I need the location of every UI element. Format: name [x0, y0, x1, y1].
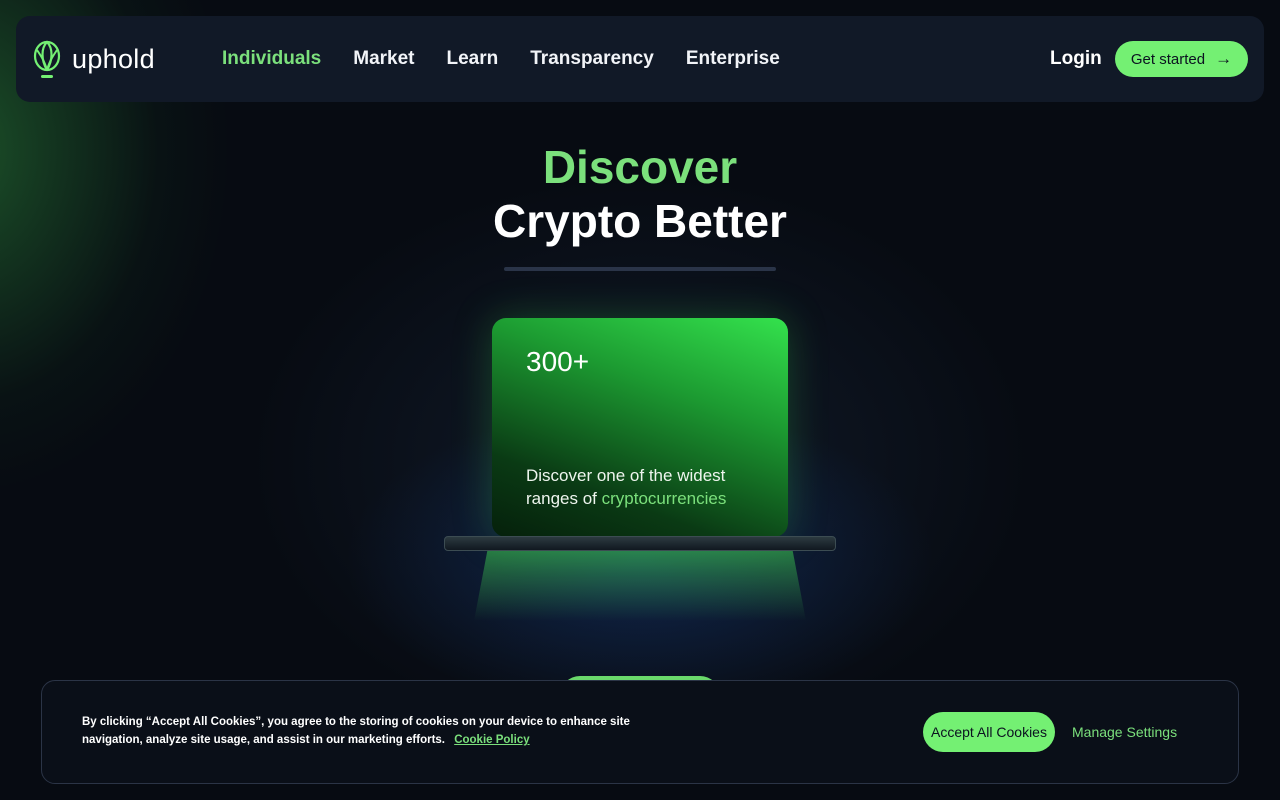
cookie-message: By clicking “Accept All Cookies”, you ag… [82, 716, 630, 746]
cookie-policy-link[interactable]: Cookie Policy [454, 734, 529, 746]
main-nav: Individuals Market Learn Transparency En… [222, 48, 812, 70]
get-started-button[interactable]: Get started → [1115, 41, 1248, 77]
nav-transparency[interactable]: Transparency [530, 48, 654, 70]
card-description: Discover one of the widest ranges of cry… [526, 464, 776, 510]
get-started-label: Get started [1130, 50, 1206, 68]
card-count: 300+ [526, 346, 590, 377]
nav-enterprise[interactable]: Enterprise [686, 48, 780, 70]
top-navigation: uphold Individuals Market Learn Transpar… [16, 16, 1264, 102]
uphold-logo[interactable]: uphold [32, 38, 155, 80]
arrow-right-icon: → [1215, 49, 1233, 68]
nav-individuals[interactable]: Individuals [222, 48, 321, 70]
hero-divider [504, 267, 776, 271]
hero-title-line2: Crypto Better [493, 195, 787, 247]
uphold-logo-icon [33, 40, 61, 78]
card-description-highlight: cryptocurrencies [601, 489, 727, 508]
cookie-text: By clicking “Accept All Cookies”, you ag… [82, 713, 692, 749]
nav-learn[interactable]: Learn [447, 48, 499, 70]
card-stand [444, 536, 836, 551]
cookie-banner: By clicking “Accept All Cookies”, you ag… [41, 680, 1239, 784]
manage-settings-link[interactable]: Manage Settings [1072, 724, 1177, 740]
hero-title-line1: Discover [542, 141, 738, 193]
nav-market[interactable]: Market [353, 48, 414, 70]
card-reflection [474, 551, 806, 621]
feature-card: 300+ Discover one of the widest ranges o… [492, 318, 788, 537]
logo-text: uphold [72, 43, 155, 74]
accept-cookies-button[interactable]: Accept All Cookies [923, 712, 1055, 752]
login-link[interactable]: Login [1050, 48, 1102, 70]
